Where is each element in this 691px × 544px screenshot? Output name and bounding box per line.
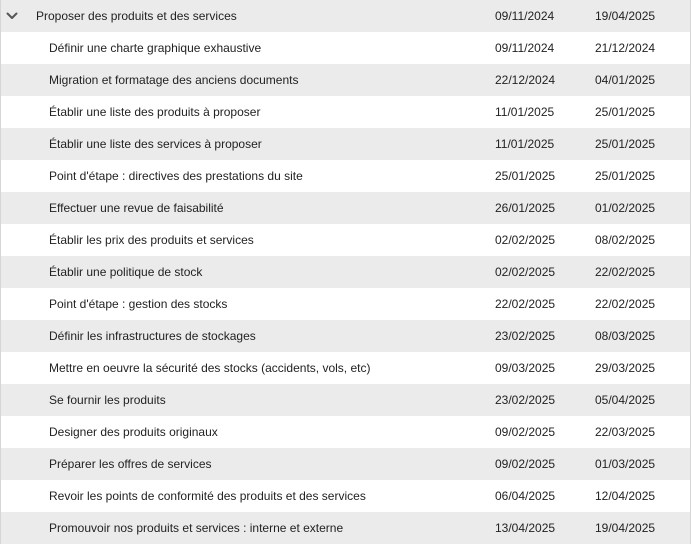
task-name: Revoir les points de conformité des prod… bbox=[49, 489, 366, 503]
task-name: Effectuer une revue de faisabilité bbox=[49, 201, 224, 215]
task-start-date: 11/01/2025 bbox=[495, 105, 555, 119]
task-name: Préparer les offres de services bbox=[49, 457, 212, 471]
task-row[interactable]: Se fournir les produits 23/02/2025 05/04… bbox=[1, 384, 690, 416]
task-start-date: 23/02/2025 bbox=[495, 393, 556, 407]
task-row[interactable]: Mettre en oeuvre la sécurité des stocks … bbox=[1, 352, 690, 384]
task-start-date: 02/02/2025 bbox=[495, 233, 556, 247]
group-row[interactable]: Proposer des produits et des services 09… bbox=[1, 0, 690, 32]
task-end-date: 22/02/2025 bbox=[595, 265, 656, 279]
task-row[interactable]: Promouvoir nos produits et services : in… bbox=[1, 512, 690, 544]
task-table: Proposer des produits et des services 09… bbox=[0, 0, 691, 544]
task-start-date: 22/12/2024 bbox=[495, 73, 556, 87]
chevron-down-icon[interactable] bbox=[6, 10, 18, 22]
task-name: Établir une politique de stock bbox=[49, 265, 203, 279]
task-start-date: 23/02/2025 bbox=[495, 329, 556, 343]
task-row[interactable]: Point d'étape : directives des prestatio… bbox=[1, 160, 690, 192]
task-row[interactable]: Établir une liste des services à propose… bbox=[1, 128, 690, 160]
task-row[interactable]: Définir une charte graphique exhaustive … bbox=[1, 32, 690, 64]
task-row[interactable]: Établir les prix des produits et service… bbox=[1, 224, 690, 256]
task-name: Point d'étape : gestion des stocks bbox=[49, 297, 228, 311]
task-start-date: 11/01/2025 bbox=[495, 137, 555, 151]
task-name: Établir une liste des produits à propose… bbox=[49, 105, 261, 119]
task-end-date: 12/04/2025 bbox=[595, 489, 656, 503]
task-end-date: 25/01/2025 bbox=[595, 137, 656, 151]
task-start-date: 02/02/2025 bbox=[495, 265, 556, 279]
task-end-date: 22/03/2025 bbox=[595, 425, 656, 439]
task-name: Se fournir les produits bbox=[49, 393, 166, 407]
task-end-date: 08/02/2025 bbox=[595, 233, 656, 247]
task-row[interactable]: Définir les infrastructures de stockages… bbox=[1, 320, 690, 352]
task-end-date: 04/01/2025 bbox=[595, 73, 656, 87]
task-end-date: 21/12/2024 bbox=[595, 41, 656, 55]
task-name: Point d'étape : directives des prestatio… bbox=[49, 169, 303, 183]
task-row[interactable]: Revoir les points de conformité des prod… bbox=[1, 480, 690, 512]
task-end-date: 25/01/2025 bbox=[595, 169, 656, 183]
task-start-date: 09/11/2024 bbox=[495, 41, 555, 55]
task-row[interactable]: Préparer les offres de services 09/02/20… bbox=[1, 448, 690, 480]
task-start-date: 22/02/2025 bbox=[495, 297, 556, 311]
task-name: Promouvoir nos produits et services : in… bbox=[49, 521, 344, 535]
task-row[interactable]: Effectuer une revue de faisabilité 26/01… bbox=[1, 192, 690, 224]
task-end-date: 08/03/2025 bbox=[595, 329, 656, 343]
task-row[interactable]: Établir une politique de stock 02/02/202… bbox=[1, 256, 690, 288]
task-row[interactable]: Migration et formatage des anciens docum… bbox=[1, 64, 690, 96]
task-name: Établir une liste des services à propose… bbox=[49, 137, 262, 151]
task-name: Établir les prix des produits et service… bbox=[49, 233, 254, 247]
task-name: Définir une charte graphique exhaustive bbox=[49, 41, 262, 55]
task-row[interactable]: Designer des produits originaux 09/02/20… bbox=[1, 416, 690, 448]
task-start-date: 09/02/2025 bbox=[495, 425, 556, 439]
task-start-date: 26/01/2025 bbox=[495, 201, 556, 215]
group-start-date: 09/11/2024 bbox=[495, 9, 555, 23]
task-row[interactable]: Point d'étape : gestion des stocks 22/02… bbox=[1, 288, 690, 320]
task-name: Mettre en oeuvre la sécurité des stocks … bbox=[49, 361, 371, 375]
group-end-date: 19/04/2025 bbox=[595, 9, 656, 23]
task-start-date: 09/02/2025 bbox=[495, 457, 556, 471]
task-start-date: 06/04/2025 bbox=[495, 489, 556, 503]
task-end-date: 19/04/2025 bbox=[595, 521, 656, 535]
task-start-date: 25/01/2025 bbox=[495, 169, 556, 183]
group-name: Proposer des produits et des services bbox=[36, 9, 237, 23]
task-end-date: 29/03/2025 bbox=[595, 361, 656, 375]
task-name: Définir les infrastructures de stockages bbox=[49, 329, 256, 343]
task-end-date: 22/02/2025 bbox=[595, 297, 656, 311]
task-end-date: 01/02/2025 bbox=[595, 201, 656, 215]
task-end-date: 05/04/2025 bbox=[595, 393, 656, 407]
task-name: Designer des produits originaux bbox=[49, 425, 218, 439]
task-end-date: 25/01/2025 bbox=[595, 105, 656, 119]
task-start-date: 09/03/2025 bbox=[495, 361, 556, 375]
task-name: Migration et formatage des anciens docum… bbox=[49, 73, 299, 87]
task-start-date: 13/04/2025 bbox=[495, 521, 556, 535]
task-end-date: 01/03/2025 bbox=[595, 457, 656, 471]
task-row[interactable]: Établir une liste des produits à propose… bbox=[1, 96, 690, 128]
